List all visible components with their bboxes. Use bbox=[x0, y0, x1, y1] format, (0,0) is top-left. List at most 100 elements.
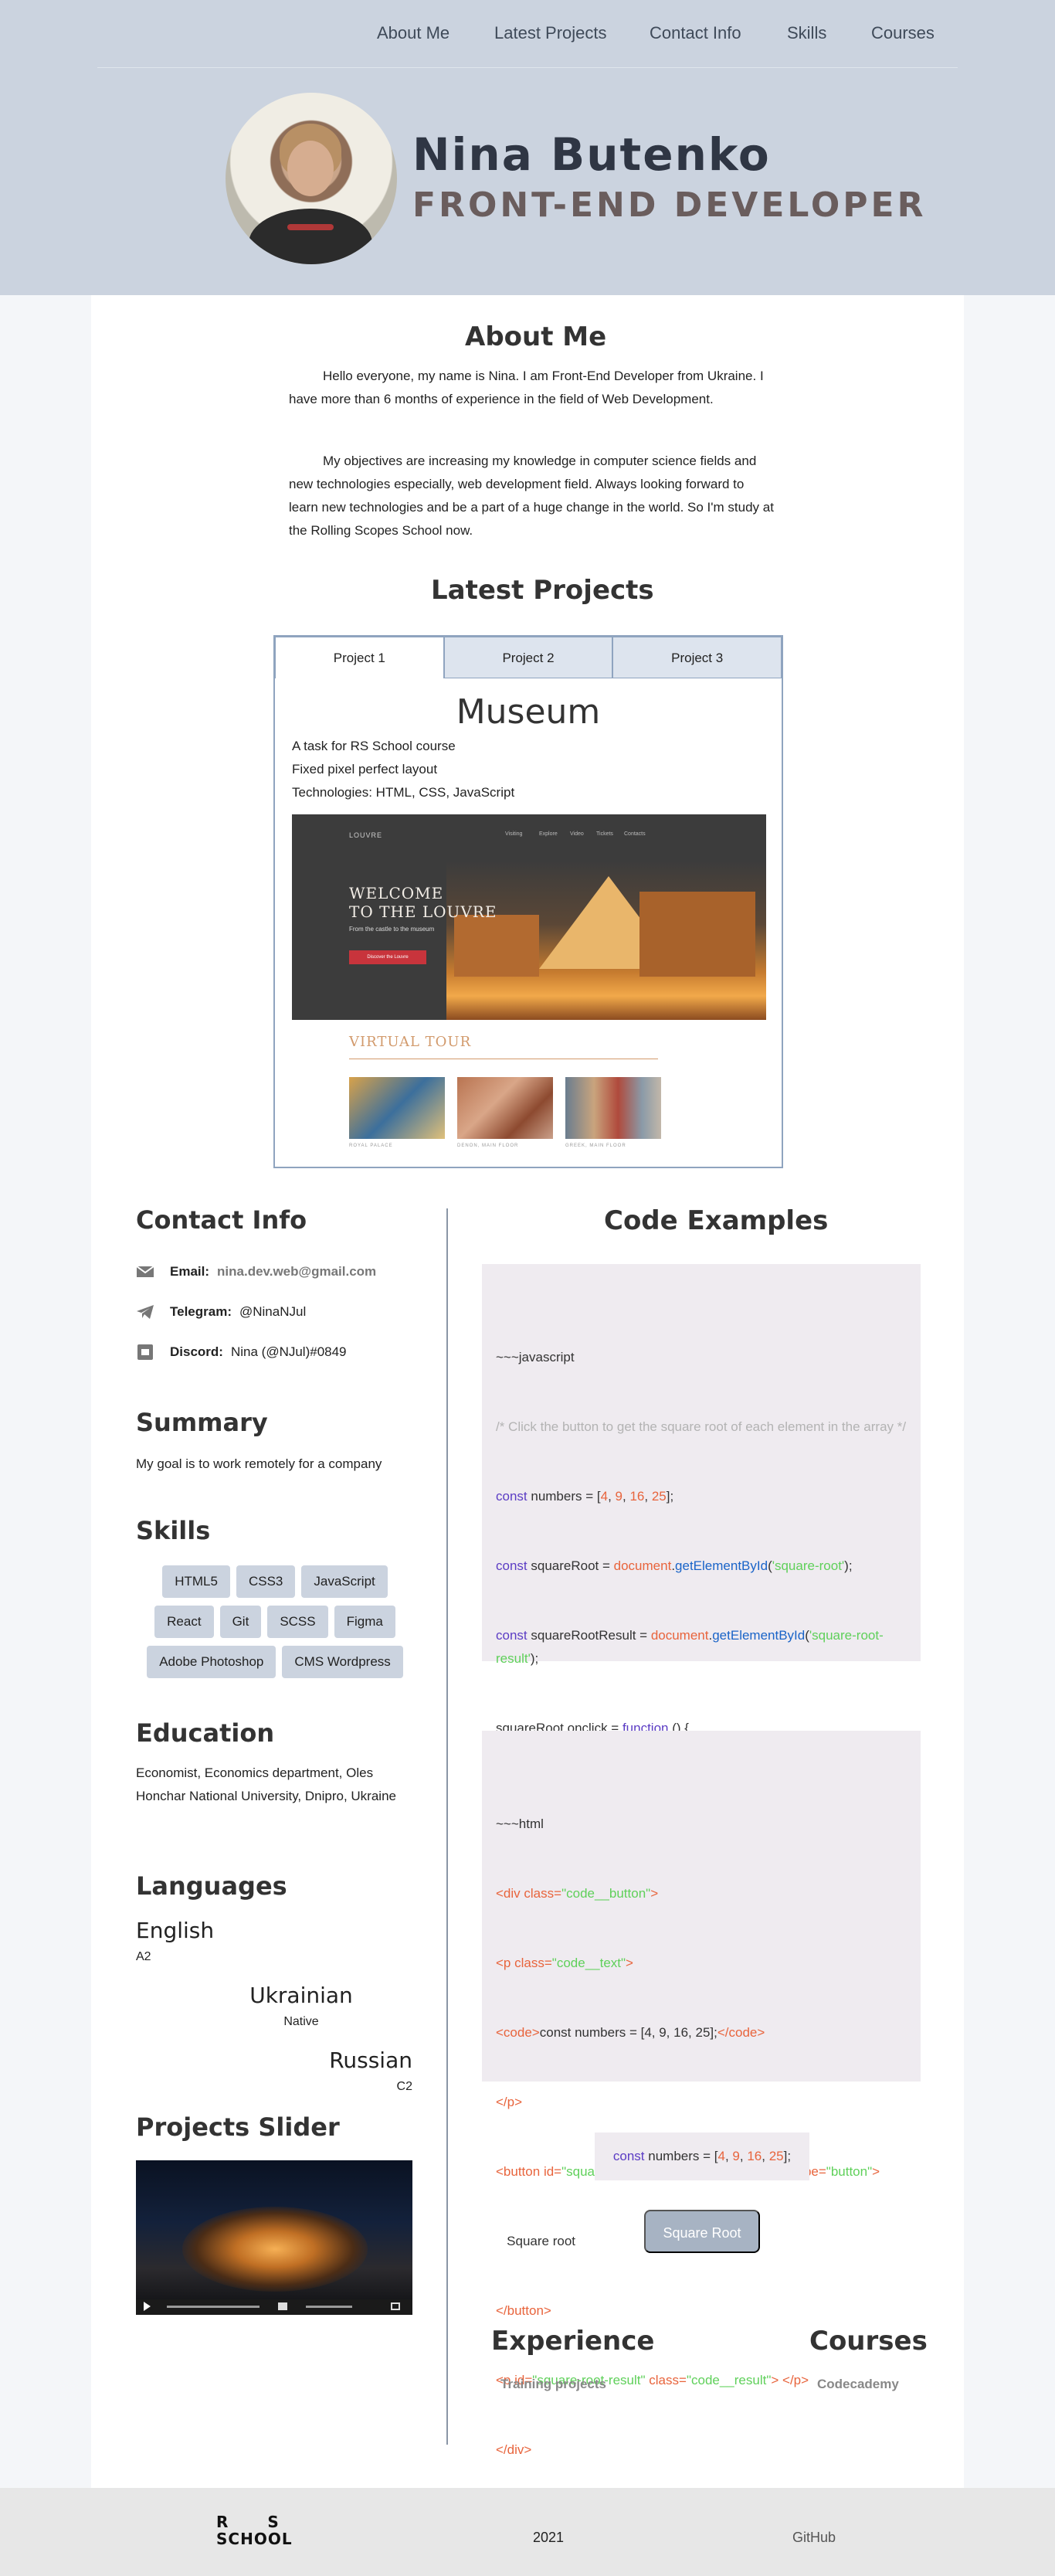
nav-about-me[interactable]: About Me bbox=[377, 23, 449, 43]
js-code-line: const squareRoot = document.getElementBy… bbox=[496, 1558, 853, 1573]
screenshot-button: Discover the Louvre bbox=[349, 950, 426, 964]
html-code-line: </p> bbox=[496, 2095, 523, 2109]
screenshot-caption: ROYAL PALACE bbox=[349, 1144, 393, 1148]
html-code-block: ~~~html <div class="code__button"> <p cl… bbox=[482, 1731, 921, 2527]
slider-title: Projects Slider bbox=[136, 2112, 340, 2142]
courses-title: Courses bbox=[809, 2326, 928, 2357]
screenshot-menu-item: Contacts bbox=[624, 831, 646, 837]
summary-text: My goal is to work remotely for a compan… bbox=[136, 1456, 382, 1471]
column-divider bbox=[446, 1208, 448, 2445]
skill-badge: CSS3 bbox=[236, 1565, 296, 1598]
language-russian: Russian bbox=[329, 2048, 412, 2073]
project-line-2: Fixed pixel perfect layout bbox=[292, 762, 438, 777]
skills-list: HTML5 CSS3 JavaScript React Git SCSS Fig… bbox=[136, 1565, 414, 1678]
project-line-1: A task for RS School course bbox=[292, 739, 456, 753]
projects-video-player[interactable] bbox=[136, 2160, 412, 2315]
language-ukrainian: Ukrainian bbox=[249, 1983, 353, 2008]
page-header: About Me Latest Projects Contact Info Sk… bbox=[0, 0, 1055, 295]
code-title: Code Examples bbox=[604, 1205, 829, 1236]
experience-title: Experience bbox=[491, 2326, 655, 2357]
skill-badge: React bbox=[154, 1606, 214, 1638]
screenshot-thumb bbox=[565, 1077, 661, 1139]
page-footer: R S SCHOOL 2021 GitHub bbox=[0, 2488, 1055, 2576]
demo-code: const numbers = [4, 9, 16, 25]; bbox=[595, 2133, 809, 2180]
square-root-button[interactable]: Square Root bbox=[644, 2210, 760, 2253]
contact-telegram: Telegram: @NinaNJul bbox=[136, 1303, 306, 1321]
skill-badge: Adobe Photoshop bbox=[147, 1646, 276, 1678]
rs-school-logo[interactable]: R S SCHOOL bbox=[216, 2513, 301, 2548]
nav-skills[interactable]: Skills bbox=[787, 23, 826, 43]
experience-link[interactable]: Training projects bbox=[500, 2377, 606, 2392]
project-screenshot[interactable]: LOUVRE Visiting Explore Video Tickets Co… bbox=[292, 814, 766, 1154]
volume-icon[interactable] bbox=[278, 2302, 287, 2310]
screenshot-thumb bbox=[457, 1077, 553, 1139]
language-russian-level: C2 bbox=[396, 2080, 412, 2093]
js-code-line: const numbers = [4, 9, 16, 25]; bbox=[496, 1489, 674, 1504]
github-link[interactable]: GitHub bbox=[792, 2530, 836, 2546]
skill-badge: Git bbox=[219, 1606, 262, 1638]
telegram-link[interactable]: @NinaNJul bbox=[239, 1304, 306, 1320]
hero-name: Nina Butenko bbox=[412, 128, 771, 181]
footer-year: 2021 bbox=[533, 2530, 565, 2545]
about-title: About Me bbox=[465, 321, 607, 352]
nav-contact-info[interactable]: Contact Info bbox=[650, 23, 741, 43]
contact-discord: Discord: Nina (@NJul)#0849 bbox=[136, 1343, 347, 1361]
screenshot-brand: LOUVRE bbox=[349, 831, 383, 839]
about-paragraph-2: My objectives are increasing my knowledg… bbox=[289, 454, 774, 538]
hero-role: FRONT-END DEVELOPER bbox=[412, 185, 927, 225]
html-code-line: <code>const numbers = [4, 9, 16, 25];</c… bbox=[496, 2025, 765, 2040]
video-progress[interactable] bbox=[167, 2306, 260, 2308]
main-content: About Me Hello everyone, my name is Nina… bbox=[91, 295, 964, 2527]
contact-email: Email: nina.dev.web@gmail.com bbox=[136, 1263, 376, 1281]
language-ukrainian-level: Native bbox=[283, 2015, 319, 2028]
summary-title: Summary bbox=[136, 1408, 268, 1437]
screenshot-menu-item: Video bbox=[570, 831, 584, 837]
discord-icon bbox=[136, 1344, 154, 1360]
education-text: Economist, Economics department, Oles Ho… bbox=[136, 1765, 396, 1803]
discord-link[interactable]: Nina (@NJul)#0849 bbox=[231, 1344, 347, 1360]
skill-badge: Figma bbox=[334, 1606, 395, 1638]
js-code-block: ~~~javascript /* Click the button to get… bbox=[482, 1264, 921, 2083]
courses-link[interactable]: Codecademy bbox=[817, 2377, 899, 2392]
html-code-line: </div> bbox=[496, 2442, 532, 2457]
skill-badge: SCSS bbox=[267, 1606, 328, 1638]
email-link[interactable]: nina.dev.web@gmail.com bbox=[217, 1264, 376, 1280]
screenshot-hero: LOUVRE Visiting Explore Video Tickets Co… bbox=[292, 814, 766, 1020]
language-english-level: A2 bbox=[136, 1950, 151, 1963]
volume-slider[interactable] bbox=[306, 2306, 352, 2308]
top-nav: About Me Latest Projects Contact Info Sk… bbox=[97, 0, 958, 68]
screenshot-menu-item: Tickets bbox=[596, 831, 613, 837]
play-icon[interactable] bbox=[144, 2302, 151, 2311]
mail-icon bbox=[136, 1264, 154, 1280]
project-card: Project 1 Project 2 Project 3 Museum A t… bbox=[273, 635, 783, 1168]
projects-title: Latest Projects bbox=[431, 575, 654, 606]
html-code-line: </button> bbox=[496, 2303, 551, 2318]
screenshot-menu-item: Explore bbox=[539, 831, 558, 837]
nav-latest-projects[interactable]: Latest Projects bbox=[494, 23, 607, 43]
screenshot-menu-item: Visiting bbox=[505, 831, 523, 837]
nav-courses[interactable]: Courses bbox=[871, 23, 935, 43]
skill-badge: HTML5 bbox=[162, 1565, 230, 1598]
languages-title: Languages bbox=[136, 1871, 287, 1901]
project-line-3: Technologies: HTML, CSS, JavaScript bbox=[292, 785, 515, 800]
tab-project-1[interactable]: Project 1 bbox=[275, 637, 444, 678]
skill-badge: CMS Wordpress bbox=[282, 1646, 403, 1678]
contact-title: Contact Info bbox=[136, 1205, 307, 1235]
education-title: Education bbox=[136, 1718, 275, 1748]
project-title: Museum bbox=[456, 692, 601, 732]
telegram-icon bbox=[136, 1304, 154, 1320]
tab-project-3[interactable]: Project 3 bbox=[612, 637, 782, 678]
screenshot-caption: DENON, MAIN FLOOR bbox=[457, 1144, 519, 1148]
fullscreen-icon[interactable] bbox=[391, 2302, 400, 2310]
project-tabs: Project 1 Project 2 Project 3 bbox=[275, 637, 782, 680]
js-code-line: const squareRootResult = document.getEle… bbox=[496, 1628, 884, 1666]
about-paragraph-1: Hello everyone, my name is Nina. I am Fr… bbox=[289, 369, 764, 406]
avatar bbox=[226, 93, 397, 264]
skill-badge: JavaScript bbox=[301, 1565, 388, 1598]
screenshot-virtual-tour: VIRTUAL TOUR bbox=[349, 1034, 472, 1050]
html-code-line: <div class="code__button"> bbox=[496, 1886, 659, 1901]
language-english: English bbox=[136, 1918, 215, 1943]
screenshot-welcome: WELCOME TO THE LOUVRE bbox=[349, 884, 497, 921]
tab-project-2[interactable]: Project 2 bbox=[443, 637, 613, 678]
screenshot-subtitle: From the castle to the museum bbox=[349, 926, 435, 933]
